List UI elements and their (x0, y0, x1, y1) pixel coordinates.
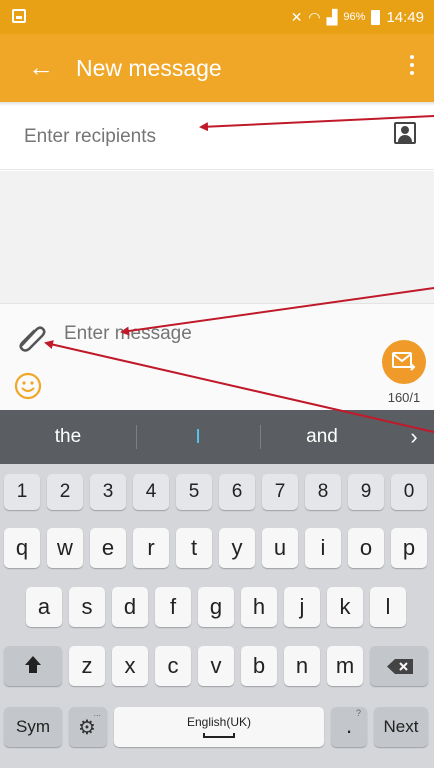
suggestion-bar: the I and › (0, 410, 434, 464)
conversation-area (0, 171, 434, 303)
message-input[interactable] (64, 323, 354, 345)
key-d[interactable]: d (112, 587, 148, 627)
wifi-icon: ◠ (308, 8, 321, 25)
period-key-label: . (345, 713, 353, 738)
key-1[interactable]: 1 (4, 474, 40, 510)
battery-icon (371, 9, 381, 25)
signal-icon: ▟ (326, 8, 338, 25)
app-bar: ← New message (0, 34, 434, 102)
key-n[interactable]: n (284, 646, 320, 686)
key-m[interactable]: m (327, 646, 363, 686)
sym-key[interactable]: Sym (4, 707, 62, 747)
attach-icon[interactable] (14, 318, 50, 354)
status-icons: ✕ ◠ ▟ 96% 14:49 (291, 7, 424, 27)
key-3[interactable]: 3 (90, 474, 126, 510)
backspace-key[interactable] (370, 646, 428, 686)
recipients-input[interactable] (24, 126, 354, 148)
suggestion-2[interactable]: I (136, 410, 260, 464)
key-x[interactable]: x (112, 646, 148, 686)
key-r[interactable]: r (133, 528, 169, 568)
key-c[interactable]: c (155, 646, 191, 686)
key-q[interactable]: q (4, 528, 40, 568)
period-key[interactable]: ? . (331, 707, 367, 747)
keyboard: the I and › 1 2 3 4 5 6 7 8 9 0 q w e r … (0, 410, 434, 768)
key-7[interactable]: 7 (262, 474, 298, 510)
key-h[interactable]: h (241, 587, 277, 627)
status-bar: ✕ ◠ ▟ 96% 14:49 (0, 0, 434, 34)
clock: 14:49 (386, 8, 424, 26)
key-2[interactable]: 2 (47, 474, 83, 510)
key-i[interactable]: i (305, 528, 341, 568)
bottom-row: Sym ... ⚙ English(UK) ? . Next (0, 707, 434, 749)
recipients-row (0, 106, 434, 170)
key-s[interactable]: s (69, 587, 105, 627)
battery-percent: 96% (343, 11, 366, 23)
settings-key[interactable]: ... ⚙ (69, 707, 107, 747)
key-z[interactable]: z (69, 646, 105, 686)
key-b[interactable]: b (241, 646, 277, 686)
key-5[interactable]: 5 (176, 474, 212, 510)
backspace-icon (387, 659, 413, 674)
space-key[interactable]: English(UK) (114, 707, 324, 747)
space-bar-icon (203, 733, 235, 738)
number-row: 1 2 3 4 5 6 7 8 9 0 (0, 474, 434, 516)
suggestion-1[interactable]: the (0, 410, 136, 464)
gear-icon: ⚙ (78, 717, 96, 739)
key-k[interactable]: k (327, 587, 363, 627)
key-u[interactable]: u (262, 528, 298, 568)
key-t[interactable]: t (176, 528, 212, 568)
emoji-icon[interactable] (14, 372, 42, 400)
shift-arrow-icon (25, 656, 41, 665)
key-6[interactable]: 6 (219, 474, 255, 510)
key-l[interactable]: l (370, 587, 406, 627)
key-e[interactable]: e (90, 528, 126, 568)
letter-row-2: a s d f g h j k l (0, 587, 434, 629)
back-arrow-icon[interactable]: ← (28, 52, 54, 82)
key-0[interactable]: 0 (391, 474, 427, 510)
suggestion-3[interactable]: and (260, 410, 384, 464)
letter-row-1: q w e r t y u i o p (0, 528, 434, 570)
next-key[interactable]: Next (374, 707, 428, 747)
key-j[interactable]: j (284, 587, 320, 627)
key-p[interactable]: p (391, 528, 427, 568)
key-9[interactable]: 9 (348, 474, 384, 510)
key-o[interactable]: o (348, 528, 384, 568)
space-key-language: English(UK) (186, 715, 252, 729)
key-w[interactable]: w (47, 528, 83, 568)
compose-area: 160/1 (0, 303, 434, 410)
more-options-icon[interactable] (402, 51, 422, 85)
send-envelope-icon (392, 352, 416, 371)
shift-key[interactable] (4, 646, 62, 686)
key-g[interactable]: g (198, 587, 234, 627)
key-y[interactable]: y (219, 528, 255, 568)
letter-row-3: z x c v b n m (0, 646, 434, 688)
send-button[interactable] (382, 340, 426, 384)
page-title: New message (76, 55, 222, 81)
key-4[interactable]: 4 (133, 474, 169, 510)
character-counter: 160/1 (387, 390, 421, 405)
key-f[interactable]: f (155, 587, 191, 627)
sim-card-icon (12, 9, 26, 23)
contacts-icon[interactable] (394, 122, 416, 144)
mute-icon: ✕ (290, 8, 303, 25)
key-8[interactable]: 8 (305, 474, 341, 510)
key-a[interactable]: a (26, 587, 62, 627)
chevron-right-icon[interactable]: › (400, 410, 428, 464)
key-v[interactable]: v (198, 646, 234, 686)
